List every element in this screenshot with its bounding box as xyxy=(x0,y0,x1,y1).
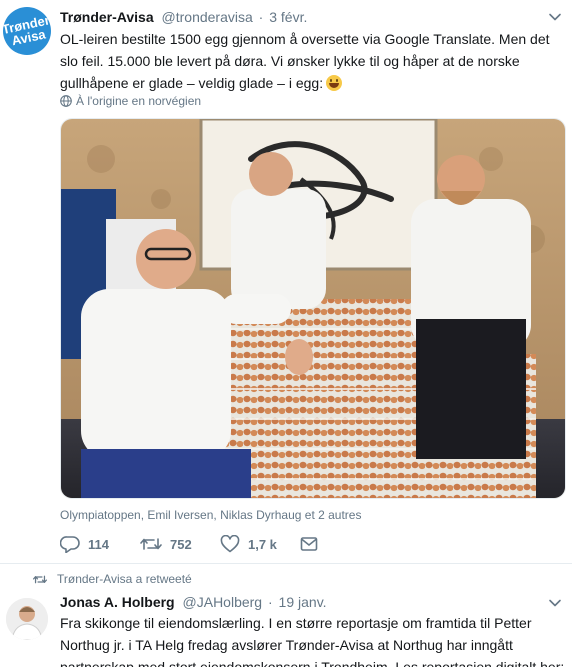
retweet-count: 752 xyxy=(170,536,192,552)
reply-count: 114 xyxy=(88,536,109,552)
tweet-header: Jonas A. Holberg @JAHolberg · 19 janv. xyxy=(60,593,327,611)
reply-button[interactable]: 114 xyxy=(60,535,140,553)
retweet-icon xyxy=(140,538,162,550)
retweet-context: Trønder-Avisa a retweeté xyxy=(33,572,192,586)
user-handle[interactable]: @tronderavisa xyxy=(162,9,253,25)
tweet-body: Fra skikonge til eiendomslærling. I en s… xyxy=(60,615,565,667)
like-count: 1,7 k xyxy=(248,536,277,552)
tweet-header: Trønder-Avisa @tronderavisa · 3 févr. xyxy=(60,8,307,26)
tagged-users[interactable]: Olympiatoppen, Emil Iversen, Niklas Dyrh… xyxy=(60,508,361,522)
display-name[interactable]: Trønder-Avisa xyxy=(60,9,154,25)
display-name[interactable]: Jonas A. Holberg xyxy=(60,594,175,610)
chevron-down-icon[interactable] xyxy=(548,10,562,24)
photo-chefs-with-eggs xyxy=(61,119,565,498)
translation-note: À l'origine en norvégien xyxy=(76,94,202,108)
separator: · xyxy=(258,9,264,25)
tweet-body: OL-leiren bestilte 1500 egg gjennom å ov… xyxy=(60,31,550,91)
retweet-button[interactable]: 752 xyxy=(140,536,220,552)
retweet-icon xyxy=(33,575,47,583)
tweet-date[interactable]: 19 janv. xyxy=(279,594,327,610)
tweet-actions: 114 752 1,7 k xyxy=(60,533,318,555)
separator: · xyxy=(267,594,273,610)
globe-icon xyxy=(60,95,72,107)
user-handle[interactable]: @JAHolberg xyxy=(183,594,263,610)
direct-message-button[interactable] xyxy=(300,536,318,552)
avatar[interactable]: Trønder Avisa xyxy=(3,7,51,55)
tweet-date[interactable]: 3 févr. xyxy=(269,9,307,25)
reply-icon xyxy=(60,536,80,553)
tweet[interactable]: Trønder Avisa Trønder-Avisa @tronderavis… xyxy=(0,0,572,564)
avatar[interactable] xyxy=(6,598,48,640)
tweet-text: OL-leiren bestilte 1500 egg gjennom å ov… xyxy=(60,28,560,94)
tweet-photo[interactable] xyxy=(60,118,566,499)
grinning-face-emoji-icon xyxy=(326,75,343,91)
translation-link[interactable]: À l'origine en norvégien xyxy=(60,94,201,108)
avatar-portrait xyxy=(6,598,48,640)
heart-icon xyxy=(220,535,240,553)
retweet-context-label[interactable]: Trønder-Avisa a retweeté xyxy=(57,572,192,586)
avatar-logo-text: Trønder Avisa xyxy=(3,12,51,49)
envelope-icon xyxy=(300,537,318,551)
like-button[interactable]: 1,7 k xyxy=(220,535,300,553)
